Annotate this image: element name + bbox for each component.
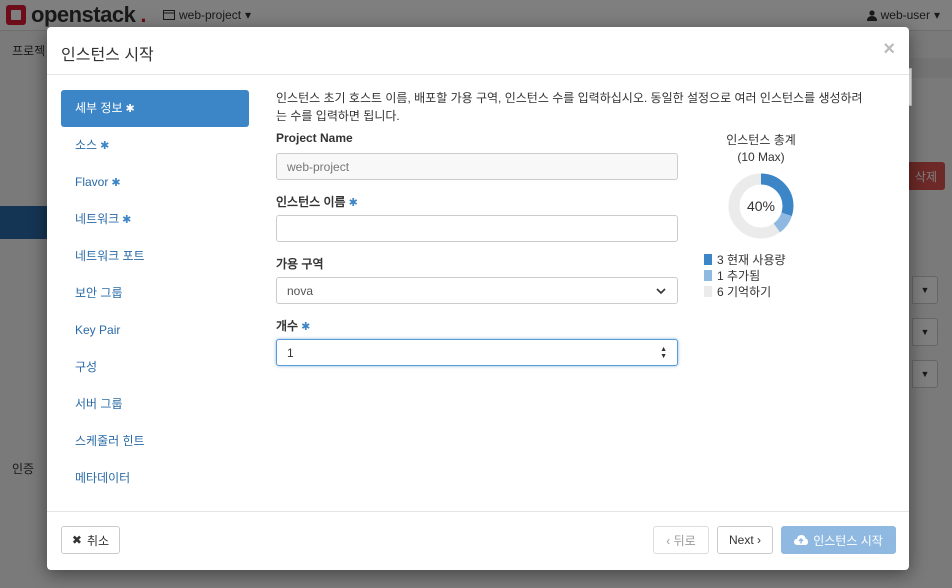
project-name-label: Project Name [276, 131, 353, 145]
count-value: 1 [287, 345, 294, 360]
instance-name-label-text: 인스턴스 이름 [276, 195, 346, 209]
wizard-step[interactable]: 서버 그룹 [61, 386, 249, 423]
required-asterisk-icon: ✱ [111, 177, 121, 189]
wizard-step[interactable]: Key Pair [61, 312, 249, 349]
wizard-step-label: 소스 [75, 138, 98, 152]
legend-label: 6 기억하기 [717, 284, 772, 299]
legend-label: 3 현재 사용량 [717, 252, 786, 267]
usage-percent: 40% [746, 198, 776, 214]
wizard-step[interactable]: 구성 [61, 349, 249, 386]
wizard-step-label: Key Pair [75, 323, 121, 337]
legend-label: 1 추가됨 [717, 268, 761, 283]
usage-title: 인스턴스 총계 [726, 133, 796, 147]
legend-swatch [704, 253, 712, 265]
cancel-button[interactable]: ✖ 취소 [61, 526, 120, 554]
chevron-down-icon [656, 287, 666, 294]
wizard-content: 인스턴스 초기 호스트 이름, 배포할 가용 구역, 인스턴스 수를 입력하십시… [276, 89, 876, 366]
wizard-step[interactable]: Flavor ✱ [61, 164, 249, 201]
wizard-step[interactable]: 메타데이터 [61, 460, 249, 497]
launch-label: 인스턴스 시작 [813, 533, 883, 548]
wizard-step-label: 보안 그룹 [75, 286, 123, 300]
required-asterisk-icon: ✱ [348, 197, 358, 209]
modal-header: 인스턴스 시작 × [47, 27, 909, 75]
legend-item: 1 추가됨 [704, 267, 816, 283]
wizard-step-label: 세부 정보 [75, 101, 123, 115]
instance-name-label: 인스턴스 이름 ✱ [276, 193, 680, 215]
wizard-step[interactable]: 소스 ✱ [61, 127, 249, 164]
legend-item: 6 기억하기 [704, 283, 816, 299]
usage-donut: 40% [726, 171, 796, 241]
wizard-step-label: 메타데이터 [75, 471, 131, 485]
availability-zone-label: 가용 구역 [276, 257, 324, 271]
close-icon[interactable]: × [883, 38, 895, 61]
cloud-upload-icon [794, 535, 809, 545]
step-description: 인스턴스 초기 호스트 이름, 배포할 가용 구역, 인스턴스 수를 입력하십시… [276, 91, 863, 123]
cancel-label: 취소 [86, 533, 110, 548]
modal-title: 인스턴스 시작 [61, 47, 154, 64]
legend-item: 3 현재 사용량 [704, 251, 816, 267]
required-asterisk-icon: ✱ [100, 140, 110, 152]
next-button[interactable]: Next › [717, 526, 773, 554]
wizard-step[interactable]: 스케줄러 힌트 [61, 423, 249, 460]
spinner-arrows-icon[interactable]: ▲ ▼ [660, 346, 667, 360]
required-asterisk-icon: ✱ [125, 103, 135, 115]
required-asterisk-icon: ✱ [301, 321, 311, 333]
launch-instance-modal: 인스턴스 시작 × 세부 정보 ✱ 소스 ✱ Flavor ✱ 네트워크 ✱ 네트워크 포트 보안… [47, 27, 909, 570]
wizard-step-label: 스케줄러 힌트 [75, 434, 145, 448]
wizard-nav: 세부 정보 ✱ 소스 ✱ Flavor ✱ 네트워크 ✱ 네트워크 포트 보안 그룹 Key Pai… [61, 90, 249, 497]
instance-name-field[interactable] [276, 215, 678, 242]
modal-footer: ✖ 취소 ‹ 뒤로 Next › 인스턴스 시작 [47, 511, 909, 571]
wizard-step-label: 네트워크 [75, 212, 120, 226]
project-name-field: web-project [276, 153, 678, 180]
wizard-step[interactable]: 보안 그룹 [61, 275, 249, 312]
wizard-step-label: 구성 [75, 360, 98, 374]
count-label: 개수 ✱ [276, 317, 680, 339]
details-form: Project Name web-project 인스턴스 이름 ✱ 가용 구역 … [276, 131, 680, 366]
launch-instance-button[interactable]: 인스턴스 시작 [781, 526, 896, 554]
close-icon: ✖ [71, 533, 82, 547]
back-button[interactable]: ‹ 뒤로 [653, 526, 709, 554]
wizard-step-label: Flavor [75, 175, 109, 189]
wizard-step-label: 네트워크 포트 [75, 249, 145, 263]
usage-legend: 3 현재 사용량 1 추가됨 6 기억하기 [704, 251, 816, 299]
usage-subtitle: (10 Max) [737, 150, 785, 164]
instance-usage-chart: 인스턴스 총계 (10 Max) 40% 3 현재 사용량 1 추가됨 6 기억하기 [704, 131, 816, 299]
wizard-step[interactable]: 네트워크 ✱ [61, 201, 249, 238]
availability-zone-select[interactable]: nova [276, 277, 678, 304]
count-stepper[interactable]: 1 ▲ ▼ [276, 339, 678, 366]
legend-swatch [704, 285, 712, 297]
required-asterisk-icon: ✱ [122, 214, 132, 226]
wizard-step[interactable]: 네트워크 포트 [61, 238, 249, 275]
wizard-step-label: 서버 그룹 [75, 397, 123, 411]
count-label-text: 개수 [276, 319, 299, 333]
legend-swatch [704, 269, 712, 281]
wizard-step[interactable]: 세부 정보 ✱ [61, 90, 249, 127]
availability-zone-value: nova [287, 283, 314, 298]
